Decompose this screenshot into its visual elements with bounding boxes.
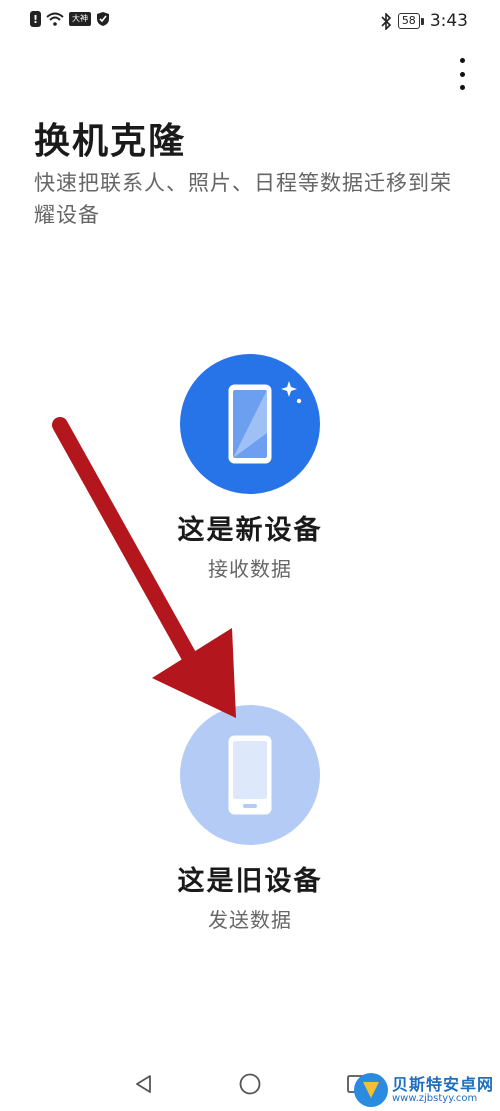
watermark-title: 贝斯特安卓网 bbox=[391, 1074, 494, 1094]
status-bar: ! 大神 58 3:43 bbox=[0, 0, 500, 44]
battery-indicator: 58 bbox=[397, 13, 424, 29]
home-icon bbox=[239, 1073, 261, 1095]
new-device-circle[interactable] bbox=[180, 354, 320, 494]
back-icon bbox=[136, 1075, 151, 1093]
status-icons-left: ! 大神 bbox=[30, 11, 110, 27]
new-device-label: 这是新设备 bbox=[177, 515, 323, 546]
watermark-url: www.zjbstyy.com bbox=[391, 1093, 478, 1105]
phone-icon bbox=[228, 735, 272, 815]
app-badge: 大神 bbox=[69, 12, 91, 26]
old-device-circle[interactable] bbox=[180, 705, 320, 845]
page-title: 换机克隆 bbox=[34, 121, 187, 162]
new-device-sub: 接收数据 bbox=[208, 557, 292, 581]
status-icons-right: 58 3:43 bbox=[380, 11, 468, 31]
shield-icon bbox=[97, 12, 109, 26]
new-device-option[interactable]: 这是新设备 接收数据 bbox=[140, 354, 360, 582]
home-button[interactable] bbox=[236, 1070, 264, 1098]
back-button[interactable] bbox=[130, 1070, 158, 1098]
more-options-button[interactable] bbox=[452, 56, 472, 92]
old-device-label: 这是旧设备 bbox=[177, 866, 323, 897]
clock: 3:43 bbox=[429, 11, 468, 31]
alert-icon: ! bbox=[30, 11, 41, 27]
wifi-icon bbox=[46, 12, 64, 26]
logo-icon bbox=[353, 1073, 388, 1107]
old-device-option[interactable]: 这是旧设备 发送数据 bbox=[140, 705, 360, 933]
site-watermark: 贝斯特安卓网 www.zjbstyy.com bbox=[353, 1073, 494, 1107]
page-subtitle: 快速把联系人、照片、日程等数据迁移到荣耀设备 bbox=[34, 171, 452, 227]
old-device-sub: 发送数据 bbox=[208, 908, 292, 932]
bluetooth-icon bbox=[381, 12, 391, 30]
more-vert-icon bbox=[459, 58, 465, 63]
phone-sparkle-icon bbox=[228, 381, 302, 464]
